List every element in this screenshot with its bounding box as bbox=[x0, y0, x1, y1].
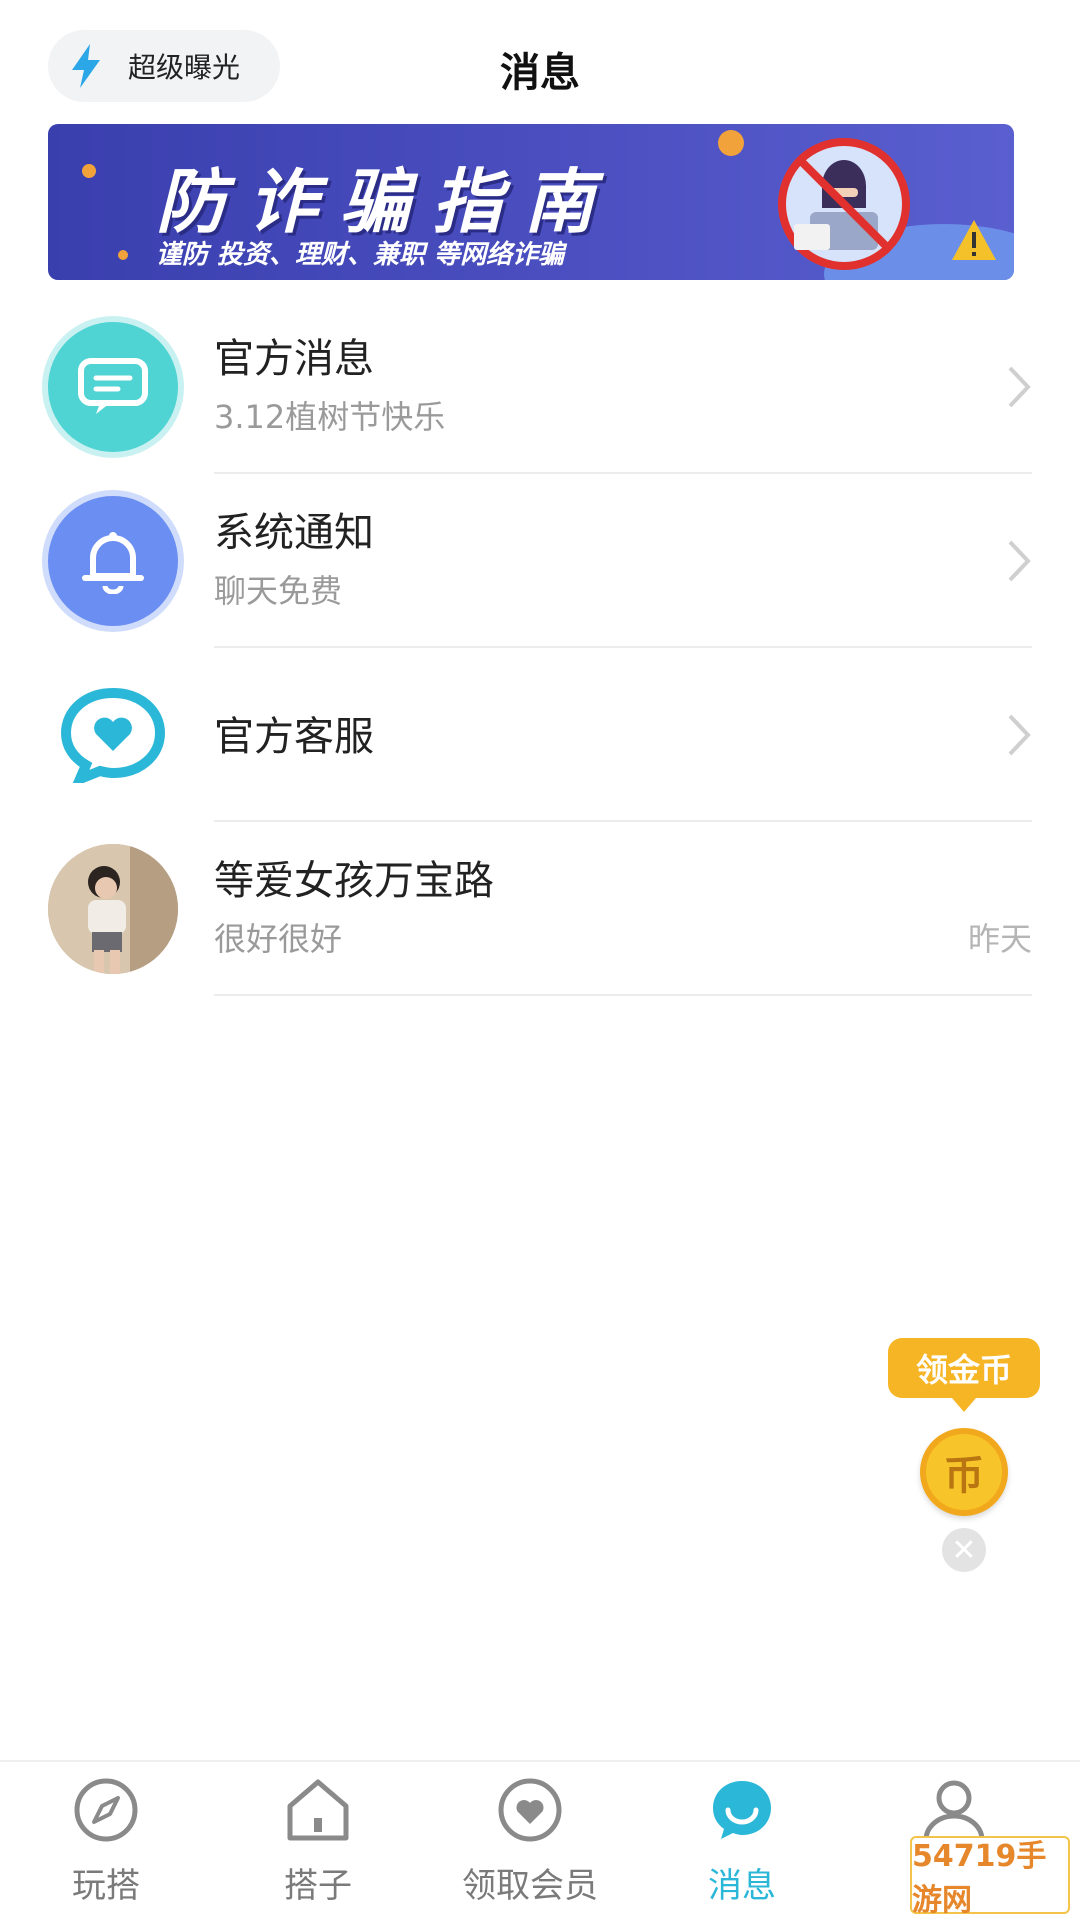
message-preview: 3.12植树节快乐 bbox=[214, 398, 446, 436]
support-avatar bbox=[48, 670, 178, 800]
compass-icon bbox=[74, 1778, 138, 1842]
site-watermark: 54719手游网 bbox=[910, 1836, 1070, 1918]
nav-item-membership[interactable]: 领取会员 bbox=[430, 1762, 630, 1920]
claim-coins-button[interactable]: 领金币 bbox=[888, 1338, 1040, 1412]
messages-screen: 超级曝光 消息 防诈骗指南 谨防 投资、理财、兼职 等网络诈骗 官方消息 3.1… bbox=[0, 0, 1080, 1920]
decor-dot bbox=[82, 164, 96, 178]
no-fraud-illustration-icon bbox=[778, 138, 1014, 280]
message-icon bbox=[713, 1781, 771, 1839]
message-list: 官方消息 3.12植树节快乐 系统通知 聊天免费 官方客服 等爱女孩万宝路 很好… bbox=[0, 300, 1080, 996]
nav-label: 玩搭 bbox=[72, 1866, 140, 1906]
top-bar: 超级曝光 消息 bbox=[0, 0, 1080, 120]
chat-bubble-icon bbox=[78, 358, 148, 414]
heart-chat-icon bbox=[60, 687, 166, 783]
message-time: 昨天 bbox=[967, 920, 1032, 958]
message-title: 等爱女孩万宝路 bbox=[214, 858, 494, 904]
user-photo bbox=[48, 844, 178, 974]
chevron-right-icon bbox=[1008, 366, 1031, 408]
nav-label: 领取会员 bbox=[462, 1866, 598, 1906]
home-icon bbox=[287, 1779, 349, 1841]
official-avatar bbox=[48, 322, 178, 452]
nav-item-messages[interactable]: 消息 bbox=[642, 1762, 842, 1920]
message-title: 官方消息 bbox=[214, 336, 374, 382]
message-row-system[interactable]: 系统通知 聊天免费 bbox=[0, 474, 1080, 648]
system-avatar bbox=[48, 496, 178, 626]
coin-icon[interactable]: 币 bbox=[920, 1428, 1008, 1516]
nav-label: 搭子 bbox=[284, 1866, 352, 1906]
message-title: 系统通知 bbox=[214, 510, 374, 556]
message-row-user[interactable]: 等爱女孩万宝路 很好很好 昨天 bbox=[0, 822, 1080, 996]
decor-dot bbox=[718, 130, 744, 156]
banner-subline: 谨防 投资、理财、兼职 等网络诈骗 bbox=[156, 240, 565, 270]
chevron-right-icon bbox=[1008, 540, 1031, 582]
nav-item-play[interactable]: 玩搭 bbox=[6, 1762, 206, 1920]
message-row-official[interactable]: 官方消息 3.12植树节快乐 bbox=[0, 300, 1080, 474]
chevron-right-icon bbox=[1008, 714, 1031, 756]
message-row-support[interactable]: 官方客服 bbox=[0, 648, 1080, 822]
message-title: 官方客服 bbox=[214, 714, 374, 760]
bell-icon bbox=[82, 532, 144, 594]
nav-item-partner[interactable]: 搭子 bbox=[218, 1762, 418, 1920]
coin-widget: 领金币 币 ✕ bbox=[888, 1338, 1040, 1572]
user-avatar bbox=[48, 844, 178, 974]
close-icon[interactable]: ✕ bbox=[942, 1528, 986, 1572]
message-preview: 很好很好 bbox=[214, 920, 343, 958]
message-preview: 聊天免费 bbox=[214, 572, 343, 610]
nav-label: 消息 bbox=[708, 1866, 776, 1906]
divider bbox=[214, 994, 1032, 996]
decor-dot bbox=[118, 250, 128, 260]
page-title: 消息 bbox=[500, 50, 580, 96]
anti-fraud-banner[interactable]: 防诈骗指南 谨防 投资、理财、兼职 等网络诈骗 bbox=[48, 124, 1014, 280]
heart-badge-icon bbox=[498, 1778, 562, 1842]
banner-headline: 防诈骗指南 bbox=[156, 161, 616, 243]
